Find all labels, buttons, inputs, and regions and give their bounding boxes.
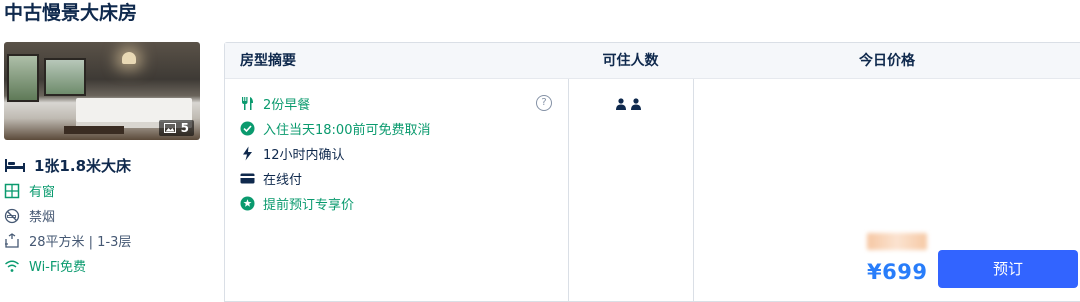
feature-wifi: Wi-Fi免费	[4, 253, 202, 278]
area-icon	[5, 232, 19, 248]
feature-label: 禁烟	[29, 210, 56, 225]
column-divider	[568, 79, 569, 301]
wifi-icon	[5, 260, 19, 272]
policy-payment: 在线付	[240, 166, 560, 191]
person-icon	[616, 98, 626, 110]
table-header: 房型摘要 可住人数 今日价格	[225, 43, 1080, 79]
photo-count: 5	[180, 121, 189, 135]
policy-label: 提前预订专享价	[263, 198, 355, 213]
book-button[interactable]: 预订	[938, 250, 1078, 288]
person-icon	[631, 98, 641, 110]
check-circle-icon	[240, 121, 255, 136]
room-photo[interactable]: 5	[4, 42, 200, 140]
image-icon	[163, 123, 176, 133]
photo-lamp	[122, 52, 136, 64]
policy-cancellation: 入住当天18:00前可免费取消	[240, 116, 560, 141]
policy-label: 12小时内确认	[263, 148, 345, 163]
feature-label: 有窗	[29, 185, 56, 200]
original-price-blurred	[867, 233, 927, 250]
policy-early-booking: 提前预订专享价	[240, 191, 560, 216]
lightning-icon	[243, 146, 252, 161]
policy-breakfast: 2份早餐	[240, 91, 560, 116]
photo-window	[44, 58, 86, 96]
policy-list: 2份早餐 入住当天18:00前可免费取消 12小时内确认 在线付 提前预订专享价	[240, 91, 560, 216]
room-title: 中古慢景大床房	[4, 2, 138, 24]
bed-type-row: 1张1.8米大床	[4, 156, 202, 175]
feature-label: Wi-Fi免费	[29, 260, 87, 275]
star-circle-icon	[240, 196, 255, 211]
card-icon	[240, 173, 255, 184]
fork-knife-icon	[242, 97, 253, 110]
feature-window: 有窗	[4, 178, 202, 203]
room-info-panel: 5 1张1.8米大床 有窗 禁烟 28平方米 | 1-3层 Wi-Fi免费	[4, 42, 202, 278]
price: ¥699	[867, 260, 928, 284]
feature-label: 28平方米 | 1-3层	[29, 235, 132, 250]
header-occupancy: 可住人数	[602, 53, 659, 69]
policy-label: 在线付	[263, 173, 303, 188]
policy-label: 入住当天18:00前可免费取消	[263, 123, 431, 138]
column-divider	[693, 79, 694, 301]
no-smoking-icon	[4, 208, 20, 223]
window-icon	[4, 183, 20, 198]
header-summary: 房型摘要	[240, 53, 296, 69]
header-price: 今日价格	[859, 53, 915, 69]
bed-type: 1张1.8米大床	[34, 156, 132, 175]
room-rate-table: 房型摘要 可住人数 今日价格 2份早餐 入住当天18:00前可免费取消 12小时…	[224, 42, 1080, 302]
bed-icon	[5, 159, 25, 172]
photo-count-badge[interactable]: 5	[158, 120, 194, 136]
help-icon[interactable]: ?	[536, 95, 552, 111]
photo-bench	[64, 126, 124, 134]
feature-no-smoking: 禁烟	[4, 203, 202, 228]
policy-confirmation: 12小时内确认	[240, 141, 560, 166]
feature-area: 28平方米 | 1-3层	[4, 228, 202, 253]
occupancy-icons	[615, 98, 642, 110]
photo-window-left	[7, 54, 39, 102]
policy-label: 2份早餐	[263, 98, 311, 113]
